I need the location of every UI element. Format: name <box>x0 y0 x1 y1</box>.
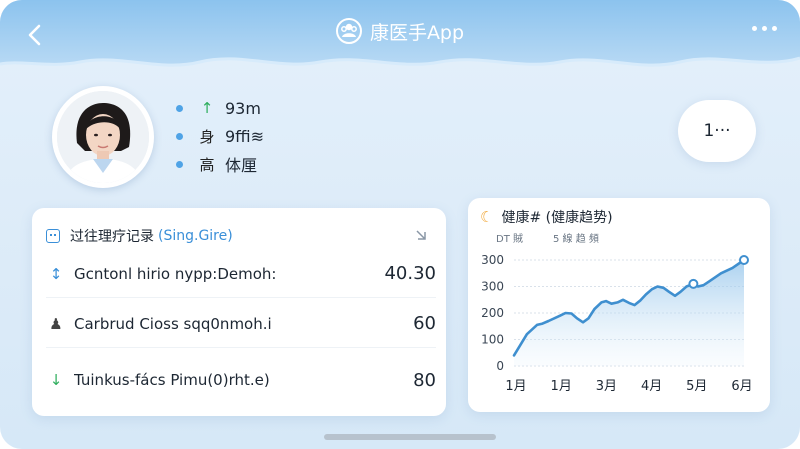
record-value: 40.30 <box>384 263 436 284</box>
trend-chart: 0 100 200 300 300 1月 1月 3月 4月 5月 6月 <box>481 253 753 394</box>
height-arrow-icon: ↑ <box>200 99 214 117</box>
x-tick-label: 1月 <box>551 379 572 394</box>
more-dots-icon <box>751 25 757 31</box>
header-title-group: 康医手App <box>0 16 800 46</box>
profile-row: 高 体厘 <box>176 150 376 178</box>
y-tick-label: 0 <box>496 359 504 373</box>
home-indicator[interactable] <box>324 434 496 440</box>
app-header: 康医手App <box>0 0 800 80</box>
profile-action-button[interactable]: 1··· <box>678 100 756 162</box>
record-label: Carbrud Cioss sqq0nmoh.i <box>74 314 272 333</box>
expand-arrow-icon[interactable] <box>414 228 428 242</box>
bullet-dot <box>176 160 183 168</box>
bullet-dot <box>176 132 183 140</box>
record-value: 80 <box>413 369 436 391</box>
records-title: 过往理疗记录 <box>70 229 154 245</box>
avatar[interactable] <box>52 86 154 188</box>
chart-point <box>688 278 699 289</box>
doctor-avatar <box>57 91 149 183</box>
record-row[interactable]: ↓ Tuinkus-fács Pimu(0)rht.e) 80 <box>46 356 436 404</box>
records-subtitle: (Sing.Gire) <box>158 228 233 244</box>
updown-arrow-icon: ↕ <box>49 264 63 283</box>
record-row[interactable]: ♟ Carbrud Cioss sqq0nmoh.i 60 <box>46 300 436 348</box>
down-arrow-icon: ↓ <box>49 371 63 389</box>
profile-info-list: ↑ 93m 身 9ffi≋ 高 体厘 <box>176 94 376 178</box>
profile-value: 9ffi≋ <box>225 126 265 146</box>
chart-point <box>739 255 749 265</box>
more-dot <box>771 25 777 31</box>
page-title: 康医手App <box>369 21 465 44</box>
bullet-dot <box>176 104 183 112</box>
record-label: Gcntonl hirio nypp:Demoh: <box>74 264 277 283</box>
health-trend-card: ☾ 健康# (健康趋势) DT 賊 5 線 趋 頻 0 100 200 300 300 1… <box>468 198 770 412</box>
body-icon: 身 <box>199 127 215 146</box>
y-tick-label: 200 <box>481 306 504 320</box>
x-tick-label: 5月 <box>686 379 707 394</box>
record-value: 60 <box>413 313 436 334</box>
y-tick-label: 300 <box>481 253 504 267</box>
records-header: 过往理疗记录 (Sing.Gire) <box>46 218 432 254</box>
profile-row: 身 9ffi≋ <box>176 122 376 150</box>
avatar-portrait <box>57 91 149 183</box>
profile-value: 93m <box>225 98 261 118</box>
record-row[interactable]: ↕ Gcntonl hirio nypp:Demoh: 40.30 <box>46 250 436 298</box>
records-icon <box>46 229 60 243</box>
x-tick-label: 6月 <box>731 379 752 394</box>
treatment-records-card: 过往理疗记录 (Sing.Gire) ↕ Gcntonl hirio nypp:… <box>32 208 446 416</box>
y-tick-label: 300 <box>481 280 504 294</box>
profile-value: 体厘 <box>225 156 258 175</box>
figure-icon: ♟ <box>49 314 63 333</box>
chart-area <box>514 260 744 366</box>
app-screen: 康医手App ↑ 93m 身 9ffi≋ 高 体厘 1··· 过往理疗记录 (S… <box>0 0 800 449</box>
x-tick-label: 3月 <box>596 379 617 394</box>
record-label: Tuinkus-fács Pimu(0)rht.e) <box>74 371 270 389</box>
x-tick-label: 4月 <box>641 379 662 394</box>
more-dot <box>761 25 767 31</box>
profile-row: ↑ 93m <box>176 94 376 122</box>
more-button[interactable] <box>746 18 782 38</box>
y-tick-label: 100 <box>481 333 504 347</box>
x-tick-label: 1月 <box>505 379 526 394</box>
height-icon: 高 <box>199 155 215 174</box>
medical-logo-icon <box>335 18 362 44</box>
